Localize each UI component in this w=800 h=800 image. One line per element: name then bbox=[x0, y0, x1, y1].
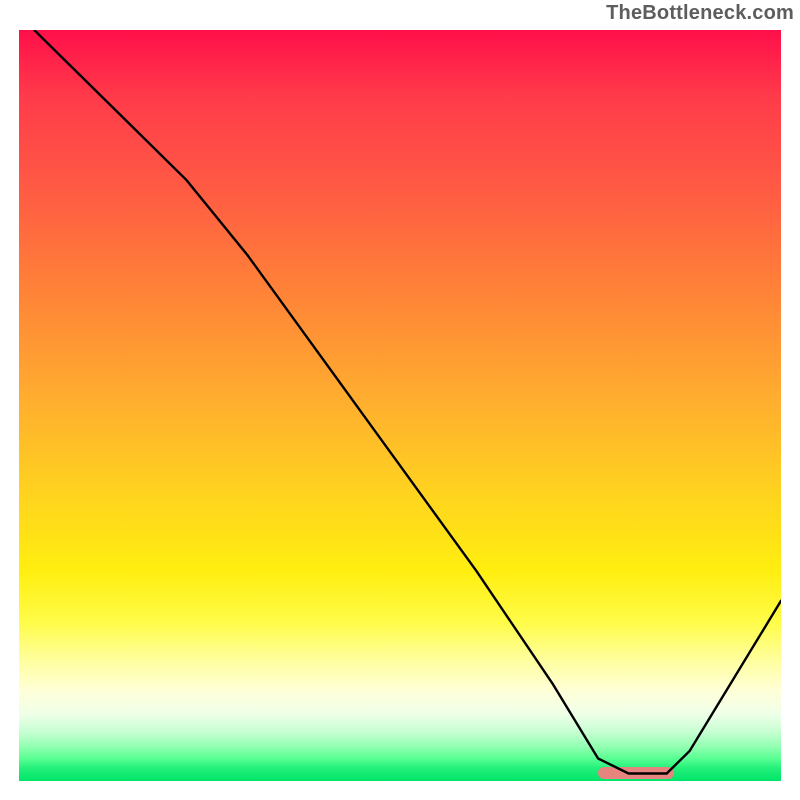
watermark-text: TheBottleneck.com bbox=[606, 2, 794, 25]
plot-area bbox=[19, 30, 781, 781]
chart-container: TheBottleneck.com bbox=[0, 0, 800, 800]
bottleneck-curve bbox=[19, 30, 781, 781]
